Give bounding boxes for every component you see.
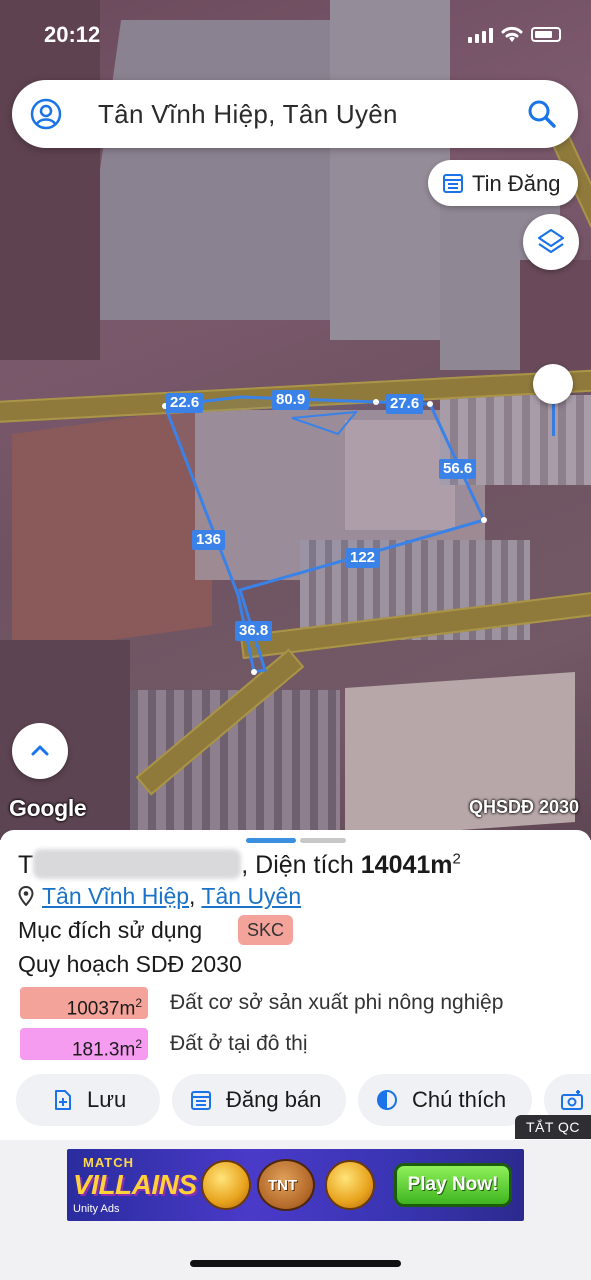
coin-icon [201,1160,251,1210]
dimension-label: 136 [192,530,226,550]
search-bar[interactable]: Tân Vĩnh Hiệp, Tân Uyên [12,80,578,148]
chevron-up-icon [31,745,49,756]
layers-button[interactable] [523,214,579,270]
land-purpose-label: Mục đích sử dụng [18,917,203,943]
hide-ads-button[interactable]: TẮT QC [515,1115,591,1139]
parcel-title: T, Diện tích 14041m2 [18,849,461,879]
listings-label: Tin Đăng [472,171,561,196]
user-icon[interactable] [30,98,62,130]
ad-area: MATCH VILLAINS Unity Ads TNT Play Now! [0,1140,591,1280]
calendar-list-icon [191,1091,211,1110]
add-photo-icon [561,1090,583,1110]
layers-icon [537,228,565,254]
play-now-button[interactable]: Play Now! [394,1163,512,1207]
zone-area-badge: 10037m2 [20,987,148,1019]
ad-banner[interactable]: MATCH VILLAINS Unity Ads TNT Play Now! [67,1149,524,1221]
dimension-label: 36.8 [235,621,273,641]
ad-brand-top: MATCH [83,1155,134,1170]
sheet-handle[interactable] [300,838,346,843]
action-bar: Lưu Đăng bán Chú thích [16,1074,591,1126]
dimension-label: 56.6 [439,459,477,479]
cellular-signal-icon [468,28,493,43]
land-plan-label: Quy hoạch SDĐ 2030 [18,951,242,977]
save-button[interactable]: Lưu [16,1074,160,1126]
home-indicator[interactable] [190,1260,401,1267]
parcel-location: Tân Vĩnh Hiệp, Tân Uyên [18,883,301,910]
zone-description: Đất ở tại đô thị [170,1032,308,1055]
search-input[interactable]: Tân Vĩnh Hiệp, Tân Uyên [98,99,398,130]
plan-layer-label: QHSDĐ 2030 [468,797,579,817]
dimension-label: 27.6 [386,394,424,414]
battery-icon [531,27,561,42]
status-bar: 20:12 [0,0,591,70]
wifi-icon [501,26,523,42]
search-icon[interactable] [526,98,558,130]
opacity-slider-knob[interactable] [533,364,573,404]
satellite-map[interactable]: 22.6 80.9 27.6 56.6 136 122 36.8 20:12 T… [0,0,591,840]
contrast-icon [377,1090,397,1110]
ward-link[interactable]: Tân Vĩnh Hiệp [42,883,189,909]
calendar-list-icon [443,174,463,193]
sheet-handle[interactable] [246,838,296,843]
coin-icon [325,1160,375,1210]
status-time: 20:12 [44,22,101,47]
city-link[interactable]: Tân Uyên [201,883,301,909]
tnt-barrel-icon: TNT [257,1159,315,1211]
ad-brand-main: VILLAINS [73,1169,197,1200]
parcel-area: 14041m [360,851,453,879]
file-add-icon [55,1090,71,1110]
post-sale-button[interactable]: Đăng bán [172,1074,346,1126]
zone-area-badge: 181.3m2 [20,1028,148,1060]
location-pin-icon [18,886,34,906]
dimension-label: 22.6 [166,393,204,413]
listings-button[interactable]: Tin Đăng [428,160,578,206]
dimension-label: 122 [346,548,380,568]
legend-button[interactable]: Chú thích [358,1074,532,1126]
blurred-parcel-number [33,849,242,879]
land-purpose-badge: SKC [238,915,293,945]
google-logo: Google [9,795,87,821]
parcel-info-sheet: T, Diện tích 14041m2 Tân Vĩnh Hiệp, Tân U… [0,830,591,1140]
ad-network: Unity Ads [73,1203,120,1215]
expand-button[interactable] [12,723,68,779]
zone-description: Đất cơ sở sản xuất phi nông nghiệp [170,991,504,1014]
dimension-label: 80.9 [272,390,310,410]
